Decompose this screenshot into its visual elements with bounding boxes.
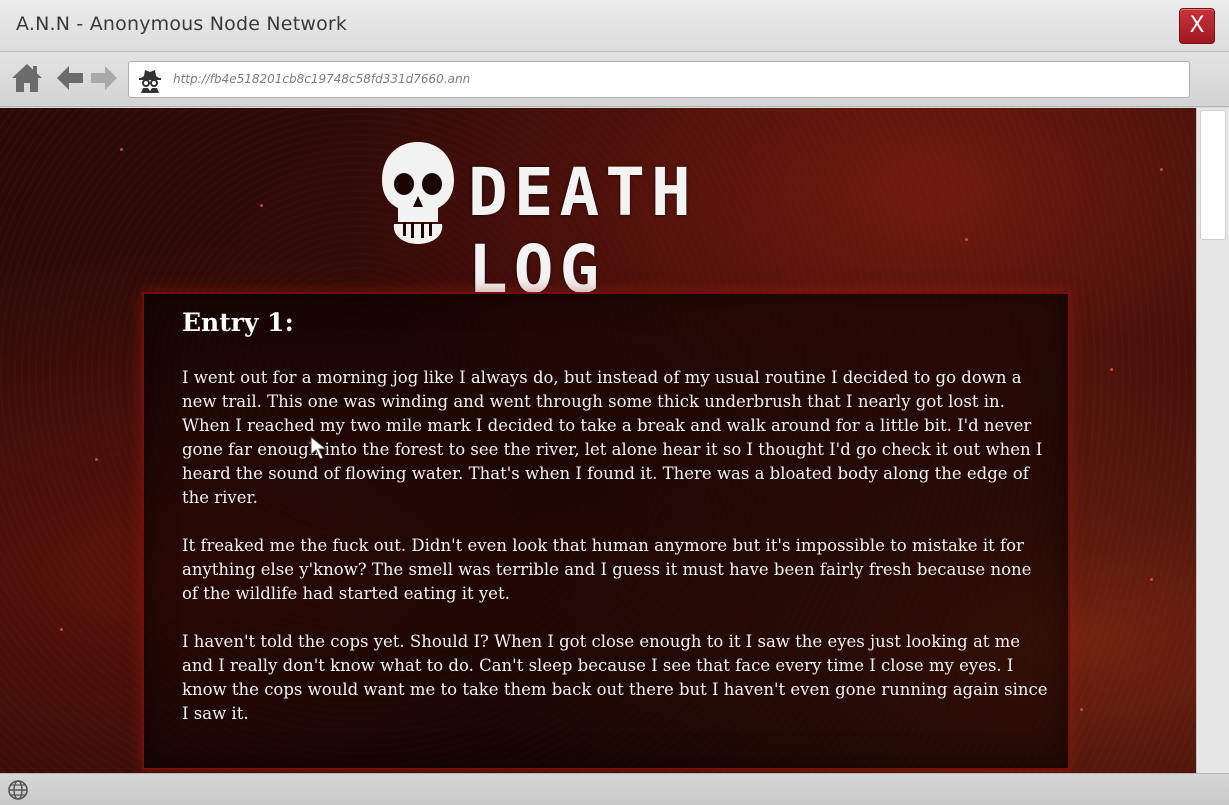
ember-speck [1160,168,1163,171]
vertical-scrollbar[interactable] [1196,108,1229,773]
logo-text: DEATH LOG [468,154,697,308]
globe-icon[interactable] [7,779,29,805]
skull-icon [378,140,458,250]
death-log-logo: DEATH LOG [378,140,828,308]
close-button[interactable]: X [1179,8,1215,44]
ember-speck [965,238,968,241]
entry-body: I went out for a morning jog like I alwa… [182,366,1052,750]
ember-speck [120,148,123,151]
mouse-cursor-icon [310,435,332,464]
entry-title: Entry 1: [182,308,294,337]
entry-panel: Entry 1: I went out for a morning jog li… [142,292,1070,770]
page-content: DEATH LOG Entry 1: I went out for a morn… [0,108,1196,773]
entry-paragraph: It freaked me the fuck out. Didn't even … [182,536,1032,603]
address-bar[interactable]: http://fb4e518201cb8c19748c58fd331d7660.… [128,61,1190,98]
ember-speck [95,458,98,461]
entry-paragraph: I haven't told the cops yet. Should I? W… [182,632,1048,723]
browser-toolbar: http://fb4e518201cb8c19748c58fd331d7660.… [0,52,1229,107]
scrollbar-thumb[interactable] [1200,110,1226,240]
title-bar: A.N.N - Anonymous Node Network X [0,0,1229,52]
window-title: A.N.N - Anonymous Node Network [16,13,348,35]
ember-speck [1080,708,1083,711]
home-icon[interactable] [10,61,44,99]
status-bar [0,773,1229,805]
url-text[interactable]: http://fb4e518201cb8c19748c58fd331d7660.… [173,72,470,86]
ember-speck [1110,368,1113,371]
ember-speck [1150,578,1153,581]
arrow-right-icon[interactable] [89,64,119,96]
ember-speck [260,204,263,207]
spy-icon [137,67,163,97]
ember-speck [60,628,63,631]
arrow-left-icon[interactable] [55,64,85,96]
